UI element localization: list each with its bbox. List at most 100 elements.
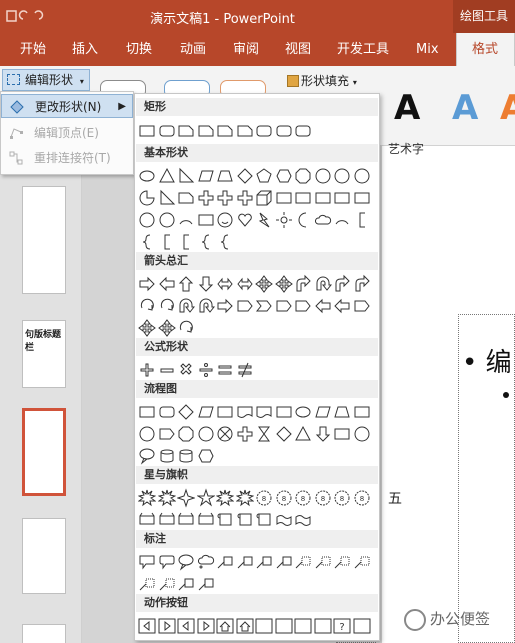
shape-rect-icon[interactable] xyxy=(275,402,293,422)
shape-brace-icon[interactable] xyxy=(216,232,234,252)
shape-callLine-icon[interactable] xyxy=(255,552,273,572)
shape-rrect-icon[interactable] xyxy=(294,121,312,141)
shape-oval-icon[interactable] xyxy=(138,166,156,186)
shape-arrD-icon[interactable] xyxy=(197,274,215,294)
shape-rect-icon[interactable] xyxy=(333,188,351,208)
shape-callLine-icon[interactable] xyxy=(177,574,195,594)
slide-thumbnail-5[interactable] xyxy=(22,624,66,643)
shape-scroll-icon[interactable] xyxy=(255,510,273,530)
shape-rrect-icon[interactable] xyxy=(255,121,273,141)
shape-rect-icon[interactable] xyxy=(314,188,332,208)
shape-arrU-icon[interactable] xyxy=(177,274,195,294)
slide-thumbnail-3[interactable] xyxy=(22,408,66,496)
shape-pie-icon[interactable] xyxy=(138,188,156,208)
slide-thumbnail-2[interactable]: 句版标题栏 xyxy=(22,320,66,388)
shape-circ-icon[interactable] xyxy=(353,166,371,186)
shape-wave-icon[interactable] xyxy=(275,510,293,530)
shape-rect-icon[interactable] xyxy=(275,188,293,208)
shape-dia-icon[interactable] xyxy=(275,424,293,444)
tab-format[interactable]: 格式 xyxy=(456,33,515,66)
shape-para-icon[interactable] xyxy=(314,402,332,422)
shape-brace-icon[interactable] xyxy=(197,232,215,252)
wordart-style-orange[interactable]: A xyxy=(500,88,515,128)
shape-snip-icon[interactable] xyxy=(177,188,195,208)
shape-times-icon[interactable] xyxy=(177,360,195,380)
shape-scroll-icon[interactable] xyxy=(236,510,254,530)
tab-view[interactable]: 视图 xyxy=(285,33,311,66)
shape-arc-icon[interactable] xyxy=(177,210,195,230)
shape-moon-icon[interactable] xyxy=(294,210,312,230)
tab-review[interactable]: 审阅 xyxy=(233,33,259,66)
shape-rtri-icon[interactable] xyxy=(177,166,195,186)
shape-snip-icon[interactable] xyxy=(197,121,215,141)
shape-actNext-icon[interactable] xyxy=(197,616,215,636)
shape-bent-icon[interactable] xyxy=(294,274,312,294)
shape-actBack-icon[interactable] xyxy=(177,616,195,636)
shape-rect-icon[interactable] xyxy=(294,188,312,208)
menu-item-reroute-connectors[interactable]: 重排连接符(T) xyxy=(1,146,133,170)
shape-circ-icon[interactable] xyxy=(138,210,156,230)
shape-uturn-icon[interactable] xyxy=(314,274,332,294)
shape-bracket-icon[interactable] xyxy=(353,210,371,230)
shape-div-icon[interactable] xyxy=(197,360,215,380)
shape-pentArr-icon[interactable] xyxy=(275,296,293,316)
shape-banner-icon[interactable] xyxy=(197,510,215,530)
menu-item-edit-points[interactable]: 编辑顶点(E) xyxy=(1,121,133,145)
shape-quad-icon[interactable] xyxy=(157,318,176,338)
shape-actBlank-icon[interactable] xyxy=(294,616,312,636)
shape-callLine-icon[interactable] xyxy=(236,552,254,572)
tab-animations[interactable]: 动画 xyxy=(180,33,206,66)
edit-shape-button[interactable]: 编辑形状 ▾ xyxy=(2,69,90,91)
shape-dia-icon[interactable] xyxy=(177,402,195,422)
shape-pentArr-icon[interactable] xyxy=(158,424,176,444)
shape-circ-icon[interactable] xyxy=(158,210,176,230)
shape-star5-icon[interactable] xyxy=(196,488,215,508)
shape-snip-icon[interactable] xyxy=(216,121,234,141)
shape-bolt-icon[interactable] xyxy=(255,210,273,230)
shape-star8-icon[interactable]: 8 xyxy=(333,488,351,508)
tab-developer[interactable]: 开发工具 xyxy=(337,33,389,66)
shape-rect-icon[interactable] xyxy=(333,424,351,444)
shape-circArr-icon[interactable] xyxy=(177,318,195,338)
shape-star4-icon[interactable] xyxy=(177,488,195,508)
shape-brace-icon[interactable] xyxy=(138,232,156,252)
shape-actBlank-icon[interactable] xyxy=(353,616,371,636)
shape-circ-icon[interactable] xyxy=(138,424,156,444)
shape-arrLR-icon[interactable] xyxy=(236,274,254,294)
shape-cloud-icon[interactable] xyxy=(314,210,332,230)
shape-pentArr-icon[interactable] xyxy=(294,296,312,316)
shape-rect-icon[interactable] xyxy=(216,402,234,422)
shape-actNext-icon[interactable] xyxy=(158,616,176,636)
wordart-style-black[interactable]: A xyxy=(394,88,420,128)
tab-home[interactable]: 开始 xyxy=(20,33,46,66)
shape-wave-icon[interactable] xyxy=(294,510,312,530)
shape-smile-icon[interactable] xyxy=(216,210,234,230)
shape-arrL-icon[interactable] xyxy=(314,296,332,316)
shape-callLineB-icon[interactable] xyxy=(333,552,351,572)
shape-rect-icon[interactable] xyxy=(138,402,156,422)
shape-circ-icon[interactable] xyxy=(333,166,351,186)
shape-doc-icon[interactable] xyxy=(236,402,254,422)
shape-fill-button[interactable]: 形状填充 ▾ xyxy=(287,72,357,89)
shape-star8-icon[interactable]: 8 xyxy=(294,488,312,508)
menu-item-change-shape[interactable]: 更改形状(N) ▶ xyxy=(1,94,133,118)
shape-eq-icon[interactable] xyxy=(216,360,234,380)
shape-circArr-icon[interactable] xyxy=(158,296,176,316)
shape-callLineB-icon[interactable] xyxy=(294,552,312,572)
shape-snip-icon[interactable] xyxy=(236,121,254,141)
shape-callOval-icon[interactable] xyxy=(177,552,195,572)
shape-star8-icon[interactable]: 8 xyxy=(255,488,273,508)
shape-circArr-icon[interactable] xyxy=(138,296,156,316)
shape-callLineB-icon[interactable] xyxy=(314,552,332,572)
shape-actBlank-icon[interactable] xyxy=(314,616,332,636)
shape-cyl-icon[interactable] xyxy=(158,446,176,466)
shape-pent-icon[interactable] xyxy=(255,166,273,186)
shape-circ-icon[interactable] xyxy=(353,424,371,444)
shape-star8-icon[interactable]: 8 xyxy=(353,488,371,508)
shape-arrL-icon[interactable] xyxy=(333,296,351,316)
shape-hex-icon[interactable] xyxy=(275,166,293,186)
shape-banner-icon[interactable] xyxy=(177,510,195,530)
shape-pentArr-icon[interactable] xyxy=(353,296,371,316)
shape-banner-icon[interactable] xyxy=(158,510,176,530)
shape-oval-icon[interactable] xyxy=(294,402,312,422)
